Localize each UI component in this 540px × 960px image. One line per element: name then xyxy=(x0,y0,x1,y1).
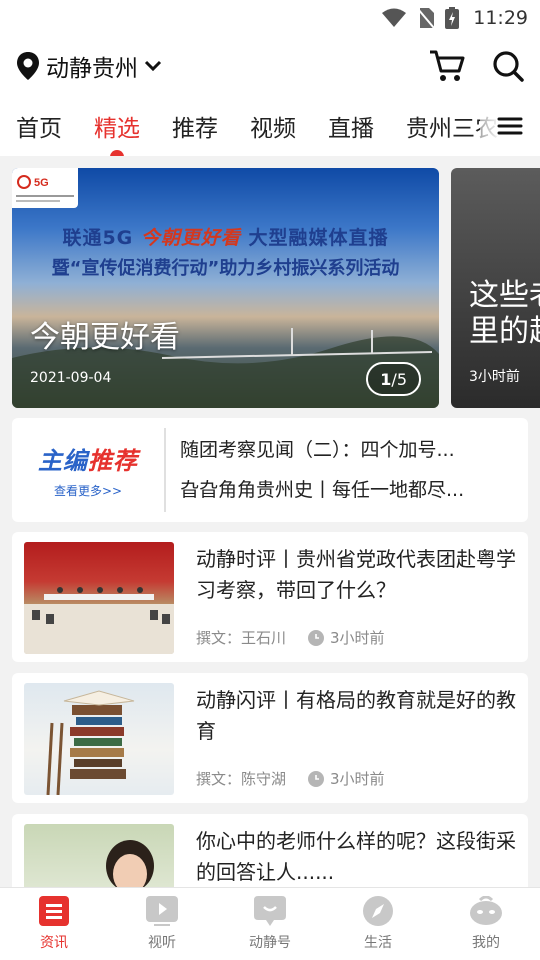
editor-pick-item[interactable]: 随团考察见闻（二）：四个加号... xyxy=(180,430,520,470)
banner-line1-pre: 联通5G xyxy=(62,227,134,249)
location-label: 动静贵州 xyxy=(46,56,138,82)
app-header: 动静贵州 xyxy=(0,36,540,96)
editor-pick-list: 随团考察见闻（二）：四个加号... 旮旮角角贵州史丨每任一地都尽... xyxy=(166,430,528,510)
tab-featured[interactable]: 精选 xyxy=(94,109,140,156)
article-meta: 撰文：陈守湖 3小时前 xyxy=(196,768,385,789)
editor-pick-logo[interactable]: 主编推荐 查看更多>> xyxy=(12,428,166,512)
article-title: 动静闪评丨有格局的教育就是好的教育 xyxy=(196,688,516,743)
editor-pick-more-link[interactable]: 查看更多>> xyxy=(54,482,122,499)
svg-text:5G: 5G xyxy=(34,177,49,189)
status-bar: 11:29 xyxy=(0,0,540,36)
location-selector[interactable]: 动静贵州 xyxy=(16,49,162,83)
editor-pick-item[interactable]: 旮旮角角贵州史丨每任一地都尽... xyxy=(180,470,520,510)
battery-icon xyxy=(445,7,460,29)
article-title: 动静时评丨贵州省党政代表团赴粤学习考察，带回了什么？ xyxy=(196,547,516,602)
cart-icon[interactable] xyxy=(428,49,466,83)
banner-headline: 联通5G 今朝更好看 大型融媒体直播 暨“宣传促消费行动”助力乡村振兴系列活动 xyxy=(12,223,439,280)
channel-tabs: 首页 精选 推荐 视频 直播 贵州三农 xyxy=(0,96,540,156)
compass-icon xyxy=(363,896,393,926)
chevron-down-icon xyxy=(144,60,162,72)
nav-news[interactable]: 资讯 xyxy=(0,888,108,960)
article-author: 撰文：王石川 xyxy=(196,629,287,647)
banner-carousel[interactable]: 5G 联通5G 今朝更好看 大型融媒体直播 暨“宣传促消费行动”助力乡村振兴系列… xyxy=(12,168,540,408)
nav-me-label: 我的 xyxy=(472,935,500,951)
article-author: 撰文：陈守湖 xyxy=(196,770,287,788)
no-sim-icon xyxy=(417,8,435,29)
pager-current: 1 xyxy=(380,369,392,389)
bottom-nav: 资讯 视听 动静号 生活 我的 xyxy=(0,887,540,960)
tab-live[interactable]: 直播 xyxy=(328,109,374,143)
article-thumbnail xyxy=(24,683,174,795)
nav-news-label: 资讯 xyxy=(40,935,68,951)
article-card[interactable]: 动静时评丨贵州省党政代表团赴粤学习考察，带回了什么？ 撰文：王石川 3小时前 xyxy=(12,532,528,662)
article-title: 你心中的老师什么样的呢？这段街采的回答让人...... xyxy=(196,829,516,884)
banner-slide-next[interactable]: 这些老 里的超 3小时前 xyxy=(451,168,540,408)
banner-line1-post: 大型融媒体直播 xyxy=(248,227,389,249)
banner-pager: 1/5 xyxy=(366,362,421,396)
editor-pick-logo-text: 主编推荐 xyxy=(38,441,138,476)
article-time: 3小时前 xyxy=(330,770,385,788)
profile-icon xyxy=(470,896,502,925)
menu-icon xyxy=(497,117,523,135)
banner-line1-highlight: 今朝更好看 xyxy=(140,227,241,249)
clock-icon xyxy=(308,629,325,646)
editor-pick-card: 主编推荐 查看更多>> 随团考察见闻（二）：四个加号... 旮旮角角贵州史丨每任… xyxy=(12,418,528,522)
editor-pick-logo-part1: 主编 xyxy=(38,447,88,475)
nav-account-label: 动静号 xyxy=(249,935,291,951)
nav-me[interactable]: 我的 xyxy=(432,888,540,960)
tab-home[interactable]: 首页 xyxy=(16,109,62,143)
tab-recommend[interactable]: 推荐 xyxy=(172,109,218,143)
banner-date: 2021-09-04 xyxy=(30,370,112,386)
editor-pick-logo-part2: 推荐 xyxy=(88,447,138,475)
article-time: 3小时前 xyxy=(330,629,385,647)
chat-icon xyxy=(254,896,286,926)
article-meta: 撰文：王石川 3小时前 xyxy=(196,627,385,648)
nav-account[interactable]: 动静号 xyxy=(216,888,324,960)
tab-video[interactable]: 视频 xyxy=(250,109,296,143)
channel-menu-button[interactable] xyxy=(480,96,540,156)
unicom-5g-logo: 5G xyxy=(12,168,78,208)
pager-total: /5 xyxy=(391,369,407,389)
search-icon[interactable] xyxy=(492,50,524,82)
nav-video[interactable]: 视听 xyxy=(108,888,216,960)
banner-slide[interactable]: 5G 联通5G 今朝更好看 大型融媒体直播 暨“宣传促消费行动”助力乡村振兴系列… xyxy=(12,168,439,408)
wifi-icon xyxy=(382,8,407,27)
clock-icon xyxy=(308,770,325,787)
nav-life-label: 生活 xyxy=(364,935,392,951)
location-pin-icon xyxy=(17,52,39,80)
nav-video-label: 视听 xyxy=(148,935,176,951)
news-icon xyxy=(39,896,69,926)
article-card[interactable]: 动静闪评丨有格局的教育就是好的教育 撰文：陈守湖 3小时前 xyxy=(12,673,528,803)
play-icon xyxy=(146,896,178,926)
clock-time: 11:29 xyxy=(473,7,528,29)
banner-line2: 暨“宣传促消费行动”助力乡村振兴系列活动 xyxy=(51,258,400,279)
article-thumbnail xyxy=(24,542,174,654)
banner-next-title: 这些老 里的超 xyxy=(469,278,540,349)
banner-next-time: 3小时前 xyxy=(469,369,520,385)
nav-life[interactable]: 生活 xyxy=(324,888,432,960)
banner-title: 今朝更好看 xyxy=(30,320,180,355)
